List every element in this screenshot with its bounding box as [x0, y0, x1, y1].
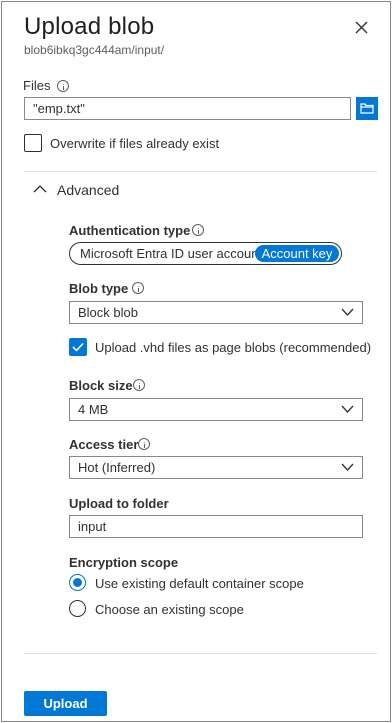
chevron-up-icon[interactable] — [33, 182, 47, 196]
upload-blob-panel: Upload blob blob6ibkq3gc444am/input/ Fil… — [1, 1, 391, 722]
divider — [24, 653, 377, 654]
chevron-down-icon — [341, 308, 354, 316]
advanced-section-toggle[interactable]: Advanced — [57, 182, 119, 198]
browse-files-button[interactable] — [356, 97, 378, 120]
divider — [24, 171, 377, 172]
block-size-label: Block size — [69, 378, 133, 393]
blob-type-select[interactable]: Block blob — [69, 301, 363, 324]
overwrite-label: Overwrite if files already exist — [50, 136, 220, 151]
files-label: Files — [23, 78, 51, 93]
files-input[interactable]: "emp.txt" — [24, 97, 351, 120]
info-icon[interactable] — [138, 438, 150, 450]
radio-default-scope[interactable] — [69, 574, 86, 591]
info-icon[interactable] — [192, 224, 204, 236]
block-size-select[interactable]: 4 MB — [69, 398, 363, 421]
upload-folder-label: Upload to folder — [69, 496, 169, 511]
overwrite-checkbox[interactable] — [24, 134, 42, 152]
upload-button[interactable]: Upload — [24, 691, 107, 716]
auth-type-label: Authentication type — [69, 223, 191, 238]
radio-existing-scope[interactable] — [69, 600, 86, 617]
close-icon — [355, 21, 368, 34]
checkmark-icon — [72, 342, 84, 352]
access-tier-select[interactable]: Hot (Inferred) — [69, 456, 363, 479]
folder-icon — [360, 103, 374, 114]
chevron-down-icon — [341, 405, 354, 413]
chevron-down-icon — [341, 463, 354, 471]
block-size-value: 4 MB — [78, 402, 109, 417]
encryption-scope-label: Encryption scope — [69, 555, 179, 570]
radio-existing-scope-label: Choose an existing scope — [95, 602, 244, 617]
panel-title: Upload blob — [24, 13, 155, 40]
auth-option-account-key[interactable]: Account key — [255, 245, 339, 262]
info-icon[interactable] — [132, 282, 144, 294]
access-tier-label: Access tier — [69, 437, 139, 452]
blob-type-value: Block blob — [78, 305, 138, 320]
upload-folder-input[interactable]: input — [69, 515, 363, 538]
access-tier-value: Hot (Inferred) — [78, 460, 156, 475]
close-button[interactable] — [352, 18, 372, 38]
auth-option-entra-id[interactable]: Microsoft Entra ID user account — [80, 246, 262, 261]
radio-default-scope-label: Use existing default container scope — [95, 576, 304, 591]
vhd-checkbox[interactable] — [69, 338, 87, 356]
info-icon[interactable] — [57, 80, 69, 92]
auth-type-toggle: Microsoft Entra ID user account Account … — [69, 242, 342, 265]
panel-subtitle: blob6ibkq3gc444am/input/ — [24, 43, 165, 57]
info-icon[interactable] — [133, 379, 145, 391]
blob-type-label: Blob type — [69, 281, 129, 296]
vhd-label: Upload .vhd files as page blobs (recomme… — [95, 340, 372, 355]
